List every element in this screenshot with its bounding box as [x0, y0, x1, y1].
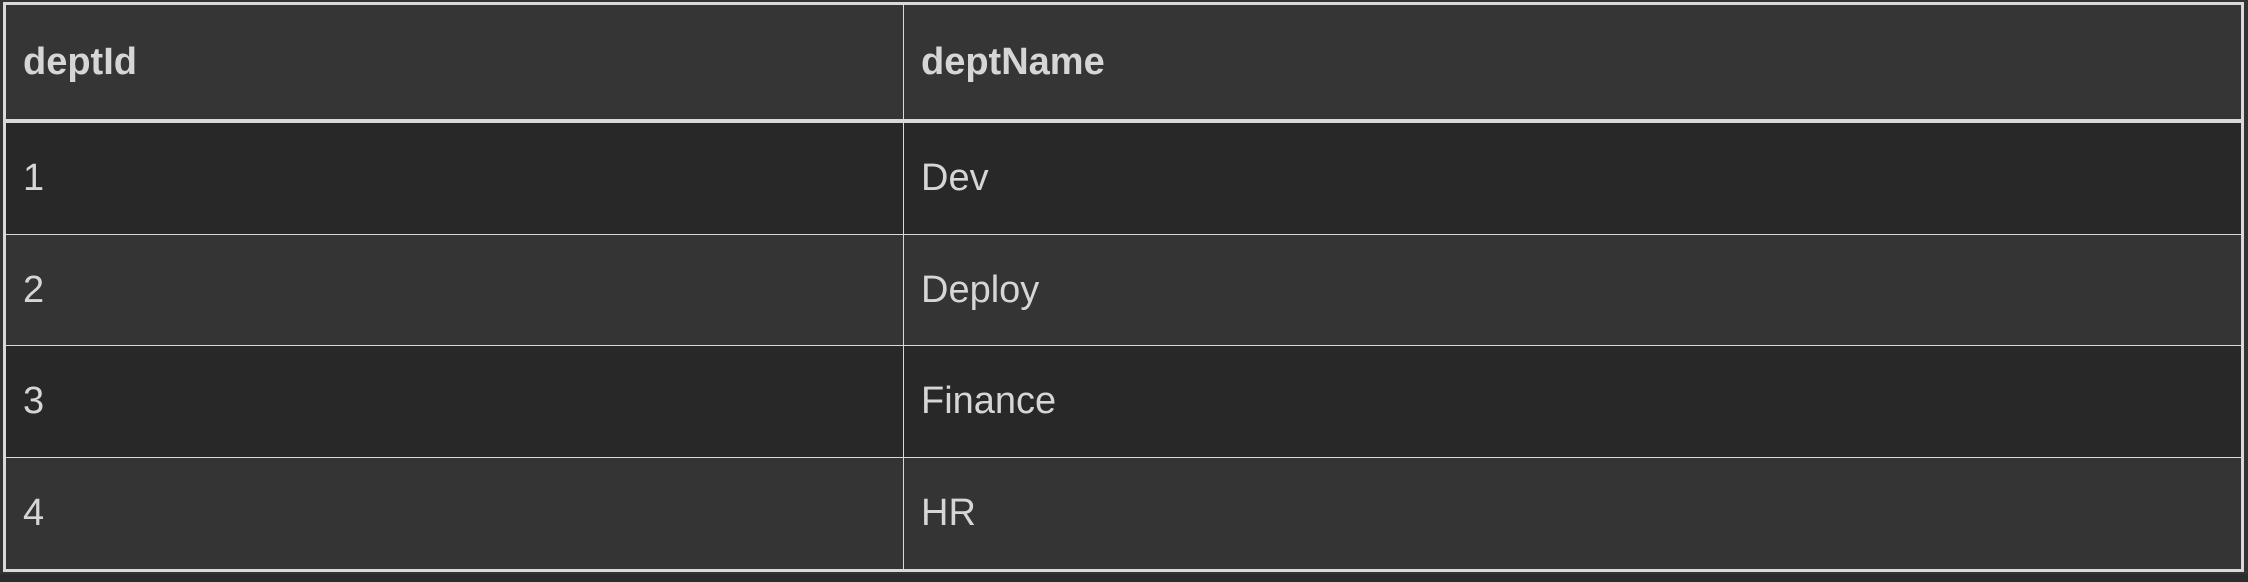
table-header: deptId deptName: [5, 4, 2242, 123]
cell-deptid: 4: [5, 457, 904, 570]
bottom-edge: [0, 574, 2248, 582]
cell-deptname: Deploy: [903, 233, 2242, 347]
cell-deptname: Finance: [903, 345, 2242, 459]
header-row: deptId deptName: [5, 4, 2242, 123]
table-row[interactable]: 4 HR: [5, 457, 2242, 570]
table-body: 1 Dev 2 Deploy 3 Finance 4 HR: [5, 120, 2242, 570]
cell-deptname: HR: [903, 457, 2242, 570]
cell-deptname: Dev: [903, 120, 2242, 235]
cell-deptid: 2: [5, 233, 904, 347]
column-header-deptname[interactable]: deptName: [903, 4, 2242, 123]
cell-deptid: 3: [5, 345, 904, 459]
department-table-container: deptId deptName 1 Dev 2 Deploy 3 Finance…: [3, 2, 2244, 572]
table-row[interactable]: 1 Dev: [5, 120, 2242, 235]
department-table: deptId deptName 1 Dev 2 Deploy 3 Finance…: [5, 4, 2242, 570]
cell-deptid: 1: [5, 120, 904, 235]
column-header-deptid[interactable]: deptId: [5, 4, 904, 123]
table-row[interactable]: 2 Deploy: [5, 233, 2242, 347]
table-row[interactable]: 3 Finance: [5, 345, 2242, 459]
